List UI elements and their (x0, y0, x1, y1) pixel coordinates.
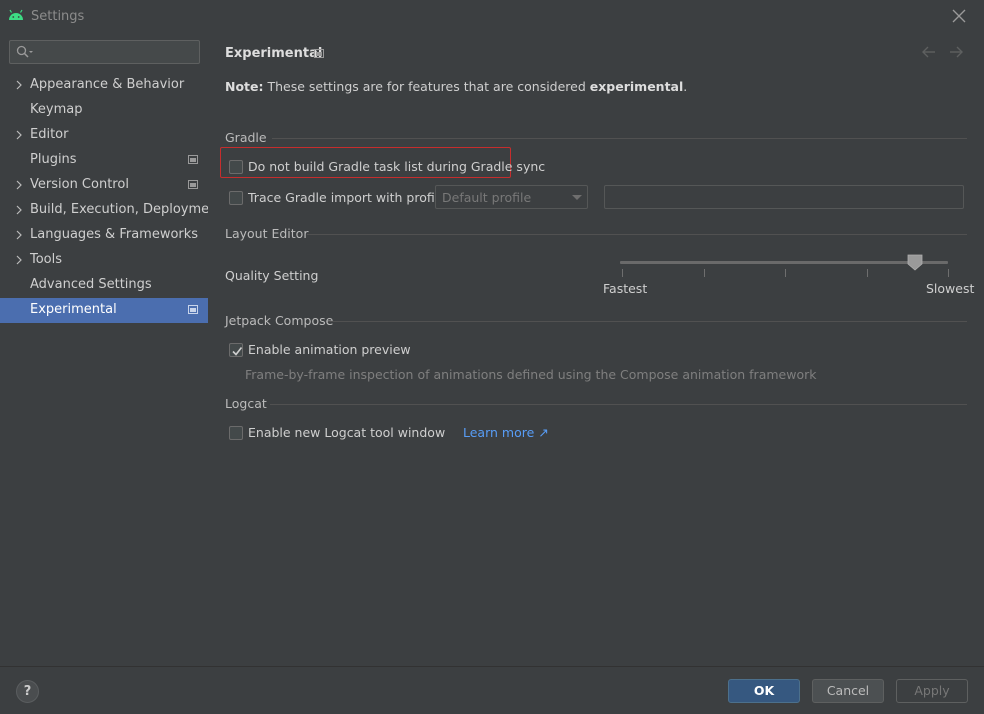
chevron-right-icon[interactable] (15, 230, 23, 240)
slider-tick (703, 269, 705, 277)
sidebar-item-languages-frameworks[interactable]: Languages & Frameworks (0, 223, 208, 248)
search-icon (16, 45, 33, 58)
help-button[interactable]: ? (16, 680, 39, 703)
slider-tick (948, 269, 949, 277)
ok-button[interactable]: OK (728, 679, 800, 703)
sidebar-item-label: Languages & Frameworks (30, 227, 199, 242)
chevron-right-icon[interactable] (15, 205, 23, 215)
page-title: Experimental (225, 46, 323, 61)
settings-sidebar: Appearance & Behavior Keymap Editor Plugins… (0, 32, 222, 666)
slider-tick (866, 269, 868, 277)
sidebar-item-label: Appearance & Behavior (30, 77, 185, 92)
sidebar-item-experimental[interactable]: Experimental (0, 298, 208, 323)
trace-import-checkbox[interactable] (229, 191, 243, 205)
sidebar-item-label: Plugins (30, 152, 77, 167)
skip-task-list-label: Do not build Gradle task list during Gra… (248, 159, 546, 174)
sidebar-item-build-execution-deployment[interactable]: Build, Execution, Deployment (0, 198, 222, 223)
slider-tick (622, 269, 623, 277)
quality-setting-label: Quality Setting (225, 268, 319, 283)
profile-combo[interactable]: Default profile (435, 185, 588, 209)
dialog-footer: ? OK Cancel Apply (0, 666, 984, 714)
close-icon[interactable] (950, 7, 968, 25)
trace-import-label: Trace Gradle import with profile: (248, 190, 451, 205)
forward-arrow-icon[interactable] (948, 45, 964, 59)
logcat-section-header: Logcat (225, 396, 967, 412)
learn-more-link[interactable]: Learn more ↗ (463, 425, 549, 440)
layout-editor-section-header: Layout Editor (225, 226, 967, 242)
dropdown-arrow-icon (572, 195, 582, 200)
sidebar-item-version-control[interactable]: Version Control (0, 173, 208, 198)
cancel-button[interactable]: Cancel (812, 679, 884, 703)
chevron-right-icon[interactable] (15, 80, 23, 90)
title-bar: Settings (0, 0, 984, 32)
animation-preview-checkbox[interactable] (229, 343, 243, 357)
project-level-icon (188, 180, 198, 189)
sidebar-item-advanced-settings[interactable]: Advanced Settings (0, 273, 208, 298)
sidebar-item-label: Advanced Settings (30, 277, 152, 292)
android-icon (9, 9, 23, 20)
project-level-icon (188, 305, 198, 314)
skip-task-list-checkbox[interactable] (229, 160, 243, 174)
back-arrow-icon[interactable] (921, 45, 937, 59)
settings-content: Experimental Note: These settings are fo… (208, 32, 984, 666)
quality-slider-thumb[interactable] (907, 254, 923, 271)
profile-path-field[interactable] (604, 185, 964, 209)
new-logcat-checkbox[interactable] (229, 426, 243, 440)
sidebar-item-label: Editor (30, 127, 69, 142)
sidebar-item-label: Keymap (30, 102, 83, 117)
sidebar-item-label: Experimental (30, 302, 117, 317)
project-level-icon (188, 155, 198, 164)
animation-preview-label: Enable animation preview (248, 342, 411, 357)
new-logcat-label: Enable new Logcat tool window (248, 425, 446, 440)
animation-preview-hint: Frame-by-frame inspection of animations … (245, 367, 817, 382)
sidebar-item-label: Build, Execution, Deployment (30, 202, 223, 217)
slider-tick (785, 269, 786, 277)
sidebar-item-label: Tools (30, 252, 63, 267)
window-title: Settings (31, 9, 85, 24)
sidebar-item-appearance-behavior[interactable]: Appearance & Behavior (0, 73, 208, 98)
chevron-right-icon[interactable] (15, 130, 23, 140)
jetpack-compose-section-header: Jetpack Compose (225, 313, 967, 329)
gradle-section-header: Gradle (225, 130, 967, 146)
apply-button[interactable]: Apply (896, 679, 968, 703)
project-level-icon (314, 49, 324, 58)
chevron-right-icon[interactable] (15, 180, 23, 190)
chevron-right-icon[interactable] (15, 255, 23, 265)
sidebar-item-plugins[interactable]: Plugins (0, 148, 208, 173)
quality-slider-track[interactable] (620, 261, 948, 264)
sidebar-item-tools[interactable]: Tools (0, 248, 208, 273)
sidebar-item-editor[interactable]: Editor (0, 123, 208, 148)
experimental-note: Note: These settings are for features th… (225, 79, 688, 94)
sidebar-item-keymap[interactable]: Keymap (0, 98, 208, 123)
sidebar-item-label: Version Control (30, 177, 129, 192)
slider-max-label: Slowest (926, 281, 975, 296)
slider-min-label: Fastest (603, 281, 648, 296)
settings-search-input[interactable] (9, 40, 200, 64)
checkmark-icon (232, 347, 243, 356)
